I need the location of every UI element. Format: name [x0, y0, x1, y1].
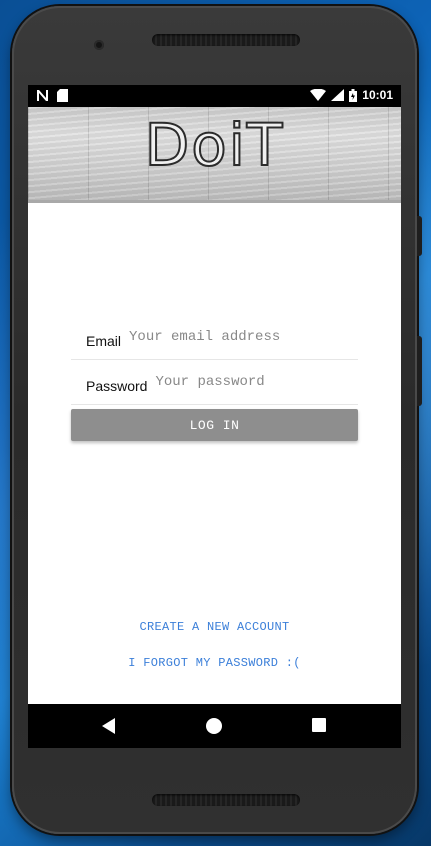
- top-speaker: [152, 34, 300, 46]
- login-form: Email Password: [71, 315, 358, 405]
- password-label: Password: [86, 378, 148, 394]
- back-icon[interactable]: [102, 718, 115, 734]
- app-header-banner: DoiT: [28, 107, 401, 203]
- email-row: Email: [71, 315, 358, 360]
- sd-card-icon: [57, 89, 68, 102]
- forgot-password-link[interactable]: I FORGOT MY PASSWORD :(: [28, 656, 401, 670]
- power-button[interactable]: [417, 336, 422, 406]
- app-logo: DoiT: [144, 110, 285, 180]
- create-account-link[interactable]: CREATE A NEW ACCOUNT: [28, 620, 401, 634]
- recents-icon[interactable]: [312, 718, 326, 732]
- volume-up-button[interactable]: [417, 216, 422, 256]
- wifi-icon: [310, 89, 327, 101]
- front-camera: [94, 40, 104, 50]
- password-field[interactable]: [153, 373, 328, 391]
- navigation-bar: [28, 704, 401, 748]
- status-time: 10:01: [362, 88, 393, 102]
- signal-icon: [331, 89, 345, 101]
- n-notification-icon: [37, 90, 48, 101]
- email-label: Email: [86, 333, 122, 349]
- login-button[interactable]: LOG IN: [71, 409, 358, 441]
- password-row: Password: [71, 360, 358, 405]
- bottom-speaker: [152, 794, 300, 806]
- status-bar: 10:01: [28, 85, 401, 107]
- app-screen: 10:01 DoiT Email Password LOG IN CREATE …: [28, 85, 401, 748]
- home-icon[interactable]: [206, 718, 222, 734]
- battery-icon: [349, 88, 358, 102]
- email-field[interactable]: [127, 328, 302, 346]
